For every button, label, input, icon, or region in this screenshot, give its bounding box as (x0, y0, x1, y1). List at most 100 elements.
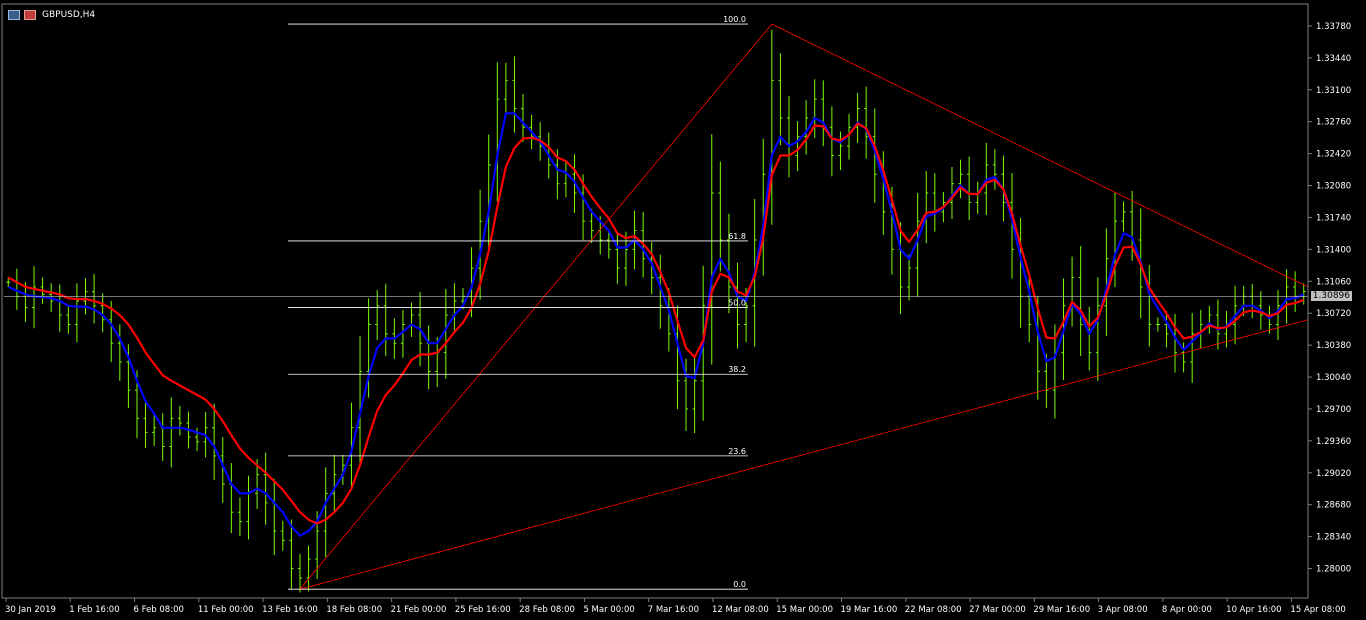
price-bar (92, 273, 97, 324)
x-axis-tick-label: 27 Mar 00:00 (969, 605, 1026, 615)
price-bar (623, 231, 628, 286)
price-bar (769, 29, 774, 225)
price-bar (169, 397, 174, 468)
price-bar (1121, 201, 1126, 232)
x-axis-tick-label: 28 Feb 08:00 (519, 605, 575, 615)
price-bar (152, 414, 157, 446)
x-axis-tick-label: 7 Mar 16:00 (648, 605, 699, 615)
upper-triangle-line[interactable] (771, 23, 1309, 288)
price-bar (1293, 271, 1298, 312)
y-axis-tick-label: 1.30380 (1316, 341, 1351, 351)
price-bar (212, 403, 217, 480)
price-bar (263, 452, 268, 525)
price-bar (975, 181, 980, 214)
price-bar (177, 405, 182, 436)
price-bar (289, 519, 294, 590)
price-bar (821, 80, 826, 147)
price-bar (117, 324, 122, 381)
price-bar (1147, 264, 1152, 347)
price-bar (160, 413, 165, 462)
x-axis-tick-label: 15 Apr 08:00 (1290, 605, 1345, 615)
price-chart[interactable]: 100.061.850.038.223.60.0 1.337801.334401… (0, 0, 1366, 620)
price-bar (358, 335, 363, 464)
price-bar (66, 305, 71, 334)
y-axis-tick-label: 1.31060 (1316, 277, 1351, 287)
lower-triangle-line[interactable] (299, 319, 1309, 590)
price-bar (143, 402, 148, 449)
price-bar (297, 553, 302, 593)
fibonacci-retracement[interactable]: 100.0 61.8 50.0 38.2 23.6 0.0 (288, 15, 748, 590)
fibonacci-level-label: 23.6 (728, 447, 746, 456)
price-bar (855, 92, 860, 143)
price-bar (795, 121, 800, 172)
price-bar (435, 336, 440, 388)
price-bar (967, 156, 972, 221)
price-bars (6, 29, 1306, 593)
price-bar (100, 293, 105, 333)
moving-average-line-1 (7, 112, 1305, 537)
fibonacci-level-label: 50.0 (728, 299, 746, 308)
price-bar (924, 171, 929, 244)
x-axis-tick-label: 1 Feb 16:00 (69, 605, 119, 615)
price-bar (1207, 305, 1212, 334)
price-bar (1198, 309, 1203, 349)
y-axis-tick-label: 1.30720 (1316, 309, 1351, 319)
price-bar (1095, 277, 1100, 381)
x-axis-tick-label: 18 Feb 08:00 (326, 605, 382, 615)
price-bar (306, 545, 311, 592)
x-axis-tick-label: 10 Apr 16:00 (1226, 605, 1281, 615)
price-bar (786, 95, 791, 178)
price-bar (426, 325, 431, 390)
fibonacci-level-label: 0.0 (733, 580, 746, 589)
price-bar (898, 222, 903, 315)
x-axis-tick-label: 5 Mar 00:00 (583, 605, 634, 615)
y-axis-tick-label: 1.33100 (1316, 86, 1351, 96)
symbol-label: GBPUSD,H4 (42, 10, 96, 20)
price-bar (718, 161, 723, 272)
chart-drawings[interactable] (4, 23, 1309, 590)
fibonacci-level-label: 38.2 (728, 365, 746, 374)
price-bar (958, 159, 963, 199)
fibonacci-level-label: 100.0 (723, 15, 746, 24)
y-axis-tick-label: 1.29700 (1316, 405, 1351, 415)
plot-frame (1, 3, 1309, 599)
price-bar (280, 520, 285, 551)
chart-window-icon[interactable] (8, 10, 20, 20)
price-bar (375, 290, 380, 341)
price-bar (992, 149, 997, 190)
price-bar (1190, 312, 1195, 383)
price-bar (1250, 283, 1255, 319)
x-axis-tick-label: 11 Feb 00:00 (198, 605, 254, 615)
x-axis-tick-label: 19 Mar 16:00 (841, 605, 898, 615)
price-bar (907, 254, 912, 301)
price-bar (83, 278, 88, 315)
y-axis-tick-label: 1.32420 (1316, 150, 1351, 160)
x-axis-tick-label: 8 Apr 00:00 (1162, 605, 1212, 615)
price-bar (237, 497, 242, 537)
price-bar (563, 160, 568, 198)
price-bar (332, 454, 337, 514)
symbol-header: GBPUSD,H4 (8, 8, 95, 22)
y-axis-tick-label: 1.29360 (1316, 437, 1351, 447)
x-axis-tick-label: 13 Feb 16:00 (262, 605, 318, 615)
price-bar (229, 463, 234, 534)
price-bar (1087, 306, 1092, 371)
fibonacci-level-label: 61.8 (728, 232, 746, 241)
y-axis-tick-label: 1.28000 (1316, 565, 1351, 575)
price-bar (246, 475, 251, 540)
y-axis-tick-label: 1.33440 (1316, 54, 1351, 64)
price-bar (503, 62, 508, 117)
price-bar (443, 288, 448, 379)
y-axis-tick-label: 1.28340 (1316, 533, 1351, 543)
fibonacci-trendline[interactable] (299, 23, 773, 590)
price-bar (1275, 290, 1280, 341)
price-bar (323, 467, 328, 558)
price-bar (57, 284, 62, 332)
x-axis-tick-label: 29 Mar 16:00 (1033, 605, 1090, 615)
price-bar (1155, 317, 1160, 332)
price-bar (709, 134, 714, 365)
price-bar (486, 134, 491, 252)
window-restore-icon[interactable] (24, 10, 36, 20)
price-bar (864, 86, 869, 159)
chart-axes: 1.33780 1.33440 1.33100 1.32760 1.32420 1.320… (1, 3, 1351, 615)
